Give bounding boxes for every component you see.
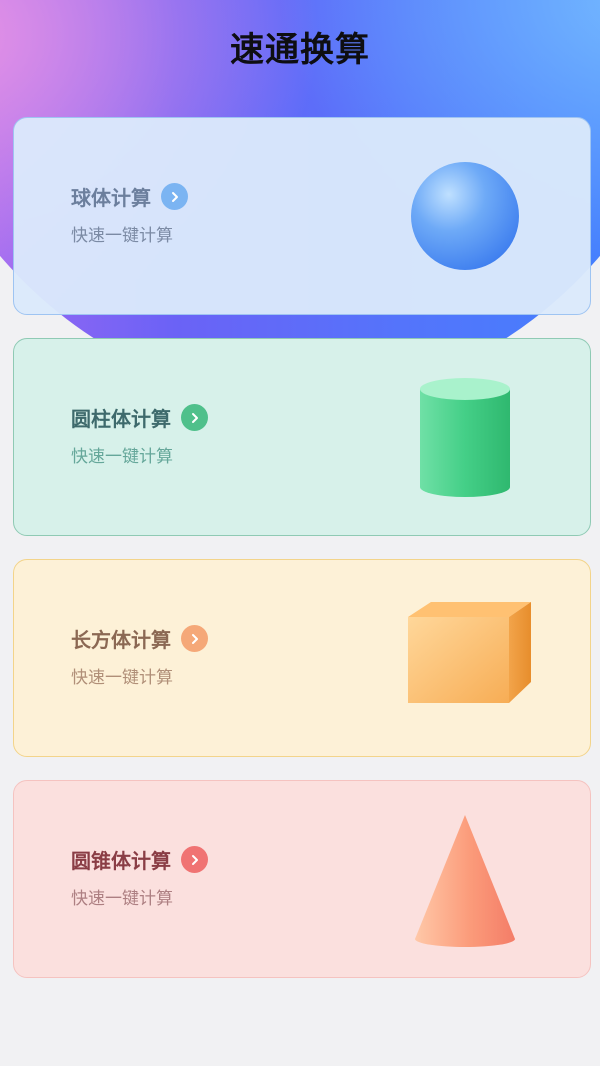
page-title: 速通换算 [230, 30, 370, 70]
card-text: 球体计算 快速一键计算 [71, 182, 188, 246]
card-title-row: 圆锥体计算 [71, 845, 208, 874]
card-title: 圆锥体计算 [71, 849, 171, 873]
card-text: 圆锥体计算 快速一键计算 [71, 845, 208, 909]
card-title-row: 长方体计算 [71, 624, 208, 653]
card-title-row: 圆柱体计算 [71, 403, 208, 432]
screen: 速通换算 球体计算 快速一键计算 圆柱体计算 快速一键计算 长方体计算 快速一键… [0, 0, 600, 1066]
chevron-right-icon[interactable] [181, 625, 208, 652]
card-title: 长方体计算 [71, 628, 171, 652]
card-subtitle: 快速一键计算 [71, 226, 173, 246]
card-subtitle: 快速一键计算 [71, 447, 173, 467]
card-title-row: 球体计算 [71, 182, 188, 211]
cylinder-icon [395, 369, 535, 509]
card-subtitle: 快速一键计算 [71, 668, 173, 688]
cone-icon [395, 811, 535, 951]
cone-calc-card[interactable]: 圆锥体计算 快速一键计算 [13, 780, 591, 978]
chevron-right-icon[interactable] [181, 846, 208, 873]
card-title: 圆柱体计算 [71, 407, 171, 431]
card-title: 球体计算 [71, 186, 151, 210]
card-text: 圆柱体计算 快速一键计算 [71, 403, 208, 467]
cuboid-icon [395, 590, 535, 730]
cylinder-calc-card[interactable]: 圆柱体计算 快速一键计算 [13, 338, 591, 536]
cuboid-calc-card[interactable]: 长方体计算 快速一键计算 [13, 559, 591, 757]
card-text: 长方体计算 快速一键计算 [71, 624, 208, 688]
sphere-icon [395, 148, 535, 288]
chevron-right-icon[interactable] [161, 183, 188, 210]
card-subtitle: 快速一键计算 [71, 889, 173, 909]
sphere-calc-card[interactable]: 球体计算 快速一键计算 [13, 117, 591, 315]
chevron-right-icon[interactable] [181, 404, 208, 431]
